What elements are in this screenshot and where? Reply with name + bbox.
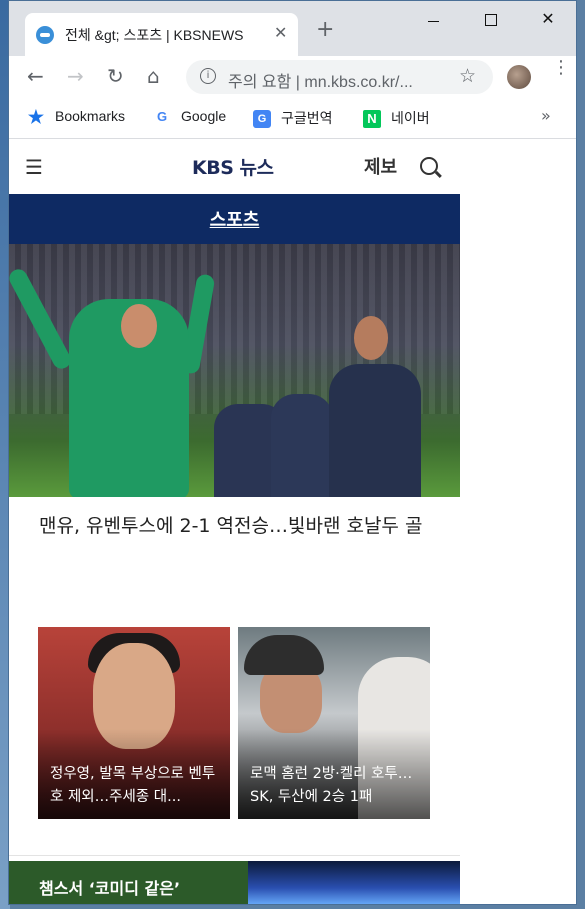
section-header: 스포츠 (9, 194, 460, 244)
tab-title: 전체 &gt; 스포츠 | KBSNEWS (65, 27, 244, 43)
bookmarks-overflow-button[interactable]: » (541, 106, 551, 125)
featured-card-title[interactable]: 챔스서 ‘코미디 같은’ (39, 875, 180, 899)
info-icon[interactable]: i (200, 68, 216, 84)
batting-helmet (244, 635, 324, 675)
page-content: ☰ KBS 뉴스 제보 스포츠 맨유, 유벤투스에 2-1 역전승…빛바랜 호날… (9, 139, 460, 904)
thumbnail-grid: 정우영, 발목 부상으로 벤투호 제외…주세종 대... 로맥 홈런 2방·켈리… (38, 627, 430, 819)
page-blank-area (460, 139, 576, 904)
player-figure (271, 394, 333, 497)
tab-close-icon[interactable]: ✕ (274, 23, 287, 42)
player-figure (329, 364, 421, 497)
hero-headline[interactable]: 맨유, 유벤투스에 2-1 역전승…빛바랜 호날두 골 (39, 513, 429, 539)
title-bar: 전체 &gt; 스포츠 | KBSNEWS ✕ + ✕ (9, 1, 576, 56)
bookmark-label: 구글번역 (281, 110, 333, 126)
site-header: ☰ KBS 뉴스 제보 (9, 139, 460, 194)
thumbnail-headline[interactable]: 정우영, 발목 부상으로 벤투호 제외…주세종 대... (50, 763, 226, 809)
url-text[interactable]: 주의 요함 | mn.kbs.co.kr/... (228, 68, 413, 92)
thumbnail-headline[interactable]: 로맥 홈런 2방·켈리 호투…SK, 두산에 2승 1패 (250, 763, 426, 809)
naver-icon: N (363, 110, 381, 129)
profile-avatar[interactable] (507, 65, 531, 89)
bookmarks-bar: ★ Bookmarks G Google G 구글번역 N 네이버 » (9, 98, 576, 139)
maximize-button[interactable] (468, 9, 514, 33)
browser-tab[interactable]: 전체 &gt; 스포츠 | KBSNEWS ✕ (25, 13, 298, 56)
news-thumbnail[interactable]: 정우영, 발목 부상으로 벤투호 제외…주세종 대... (38, 627, 230, 819)
report-link[interactable]: 제보 (364, 153, 397, 179)
kbs-news-logo[interactable]: KBS 뉴스 (192, 153, 274, 180)
bookmark-label: 네이버 (391, 110, 430, 126)
featured-card[interactable]: 챔스서 ‘코미디 같은’ (9, 861, 460, 904)
hamburger-menu-icon[interactable]: ☰ (25, 155, 43, 179)
bookmark-label: Google (181, 108, 227, 124)
section-title[interactable]: 스포츠 (9, 206, 460, 232)
browser-toolbar: ← → ↻ ⌂ i 주의 요함 | mn.kbs.co.kr/... ☆ ⋮ (9, 56, 576, 98)
bookmark-item-translate[interactable]: G 구글번역 (253, 108, 333, 129)
new-tab-button[interactable]: + (316, 19, 334, 41)
forward-arrow-icon[interactable]: → (67, 65, 84, 87)
home-icon[interactable]: ⌂ (147, 65, 160, 87)
hero-photo[interactable] (9, 244, 460, 497)
featured-card-photo[interactable] (248, 861, 460, 904)
close-window-button[interactable]: ✕ (525, 9, 571, 33)
bookmark-item-google[interactable]: G Google (153, 108, 226, 126)
address-bar[interactable]: i 주의 요함 | mn.kbs.co.kr/... ☆ (186, 60, 493, 94)
bookmark-item-bookmarks[interactable]: ★ Bookmarks (27, 108, 125, 126)
translate-icon: G (253, 110, 271, 129)
bookmark-label: Bookmarks (55, 108, 126, 124)
google-icon: G (156, 109, 168, 125)
bookmark-item-naver[interactable]: N 네이버 (363, 108, 430, 129)
reload-icon[interactable]: ↻ (107, 65, 124, 87)
back-arrow-icon[interactable]: ← (27, 65, 44, 87)
minimize-button[interactable] (411, 9, 457, 33)
search-icon[interactable] (420, 157, 438, 175)
player-head (354, 316, 388, 360)
bookmark-star-icon[interactable]: ☆ (459, 65, 476, 87)
menu-dots-icon[interactable]: ⋮ (552, 59, 570, 77)
featured-card-title-box: 챔스서 ‘코미디 같은’ (9, 861, 248, 904)
news-thumbnail[interactable]: 로맥 홈런 2방·켈리 호투…SK, 두산에 2승 1패 (238, 627, 430, 819)
browser-window: 전체 &gt; 스포츠 | KBSNEWS ✕ + ✕ ← → ↻ ⌂ i 주의… (8, 0, 577, 905)
star-icon: ★ (27, 107, 45, 128)
kbs-favicon-icon (36, 26, 54, 44)
divider (9, 855, 460, 856)
goalkeeper-head (121, 304, 157, 348)
